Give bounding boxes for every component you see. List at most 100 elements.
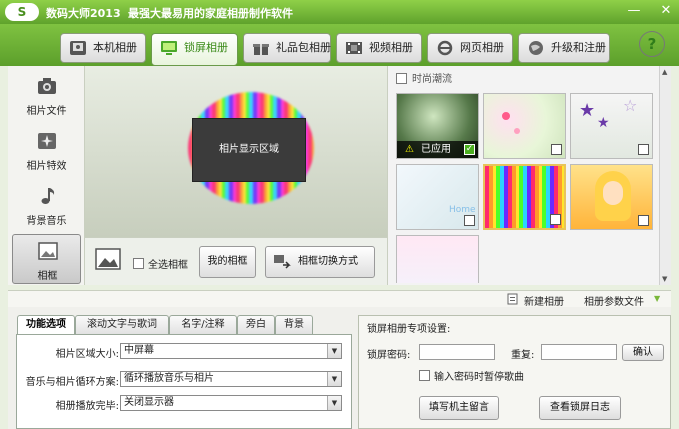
- new-album-button[interactable]: 新建相册: [524, 293, 564, 308]
- tab-label: 升级和注册: [551, 41, 606, 54]
- warning-icon: ⚠: [405, 144, 414, 155]
- pause-music-label: 输入密码时暂停歌曲: [434, 372, 524, 383]
- confirm-button[interactable]: 确认: [622, 344, 664, 361]
- chevron-down-icon: ▼: [327, 372, 341, 386]
- left-nav-background-music[interactable]: 背景音乐: [12, 180, 81, 230]
- function-options-panel: 相片区域大小: 中屏幕 ▼ 音乐与相片循环方案: 循环播放音乐与相片 ▼ 相册播…: [16, 334, 352, 429]
- loop-select[interactable]: 循环播放音乐与相片 ▼: [120, 371, 342, 387]
- scroll-down-icon[interactable]: ▼: [662, 275, 667, 283]
- tab-video-album[interactable]: 视频相册: [336, 33, 422, 63]
- thumbnail-checkbox[interactable]: [550, 214, 561, 225]
- frame-thumbnail-pink[interactable]: [396, 235, 479, 283]
- switch-arrows-icon: [274, 255, 291, 269]
- frame-thumbnail-leaves[interactable]: ⚠ 已应用 ✓: [396, 93, 479, 159]
- finish-value: 关闭显示器: [124, 397, 174, 408]
- subtab-scroll-text-lyrics[interactable]: 滚动文字与歌词: [75, 315, 169, 334]
- left-nav-label: 相框: [37, 271, 58, 282]
- subtab-narration[interactable]: 旁白: [237, 315, 275, 334]
- main-nav: 本机相册 锁屏相册 礼品包相册 视频相册 网页相册 升级和注册: [0, 24, 679, 66]
- close-button[interactable]: ✕: [656, 2, 676, 20]
- photo-display-area: 相片显示区域: [192, 118, 306, 182]
- thumbnail-checkbox[interactable]: [638, 215, 649, 226]
- tab-web-album[interactable]: 网页相册: [427, 33, 513, 63]
- tab-gift-album[interactable]: 礼品包相册: [243, 33, 331, 63]
- area-size-select[interactable]: 中屏幕 ▼: [120, 343, 342, 359]
- dropdown-arrow-icon[interactable]: ▼: [654, 294, 660, 303]
- left-nav-label: 背景音乐: [26, 216, 67, 227]
- frame-preview: 相片显示区域: [85, 66, 387, 237]
- album-action-bar: 新建相册 相册参数文件 ▼: [8, 290, 671, 308]
- landscape-picture-icon[interactable]: [95, 248, 121, 272]
- select-all-frames-label: 全选相框: [148, 260, 188, 271]
- film-icon: [346, 42, 362, 54]
- repeat-password-input[interactable]: [541, 344, 617, 360]
- chevron-down-icon: ▼: [327, 344, 341, 358]
- tab-upgrade-register[interactable]: 升级和注册: [518, 33, 610, 63]
- camera-icon: [38, 78, 56, 94]
- ie-browser-icon: [437, 40, 453, 56]
- frame-thumbnail-cartoon-girl[interactable]: [570, 164, 653, 230]
- frame-thumbnail-bubbles[interactable]: [483, 93, 566, 159]
- document-icon: [507, 293, 518, 305]
- tab-label: 视频相册: [369, 41, 413, 54]
- owner-message-button[interactable]: 填写机主留言: [419, 396, 499, 420]
- password-label: 锁屏密码:: [367, 350, 411, 361]
- left-nav-label: 相片特效: [26, 161, 67, 172]
- tab-label: 礼品包相册: [276, 41, 331, 54]
- scroll-up-icon[interactable]: ▲: [662, 68, 667, 76]
- monitor-icon: [161, 41, 177, 55]
- music-note-icon: [41, 188, 55, 204]
- home-watermark: Home: [449, 205, 476, 215]
- left-nav: 相片文件 相片特效 背景音乐 相框: [8, 66, 85, 285]
- picture-frame-icon: [38, 242, 58, 260]
- area-size-value: 中屏幕: [124, 345, 154, 356]
- frame-thumbnail-stars[interactable]: ★ ★ ☆: [570, 93, 653, 159]
- settings-area: 功能选项 滚动文字与歌词 名字/注释 旁白 背景 相片区域大小: 中屏幕 ▼ 音…: [8, 307, 671, 429]
- subtab-background[interactable]: 背景: [275, 315, 313, 334]
- applied-label: 已应用: [421, 144, 451, 155]
- thumbnail-checkbox[interactable]: [638, 144, 649, 155]
- left-nav-photo-frame[interactable]: 相框: [12, 234, 81, 284]
- sparkle-effects-icon: [38, 133, 56, 149]
- thumbnail-checkbox[interactable]: [464, 215, 475, 226]
- finish-select[interactable]: 关闭显示器 ▼: [120, 395, 342, 411]
- finish-label: 相册播放完毕:: [55, 401, 119, 412]
- left-nav-label: 相片文件: [26, 106, 67, 117]
- pause-music-checkbox[interactable]: [419, 368, 430, 381]
- loop-value: 循环播放音乐与相片: [124, 373, 214, 384]
- category-label: 时尚潮流: [412, 74, 452, 85]
- frame-switch-mode-label: 相框切换方式: [298, 256, 358, 267]
- tab-label: 本机相册: [93, 41, 137, 54]
- category-checkbox[interactable]: [396, 71, 407, 84]
- app-window: S 数码大师2013 最强大最易用的家庭相册制作软件 — ✕ 本机相册 锁屏相册…: [0, 0, 679, 429]
- title-bar: S 数码大师2013 最强大最易用的家庭相册制作软件 — ✕: [0, 0, 679, 24]
- app-title: 数码大师2013: [46, 7, 121, 20]
- left-nav-photo-effects[interactable]: 相片特效: [12, 125, 81, 175]
- frame-toolstrip: 全选相框 我的相框 相框切换方式: [85, 237, 387, 285]
- thumbnail-scrollbar[interactable]: ▲ ▼: [659, 66, 671, 285]
- password-input[interactable]: [419, 344, 495, 360]
- globe-icon: [529, 41, 543, 55]
- thumbnail-checkbox[interactable]: [551, 144, 562, 155]
- frame-thumbnail-home[interactable]: Home: [396, 164, 479, 230]
- chevron-down-icon: ▼: [327, 396, 341, 410]
- app-slogan: 最强大最易用的家庭相册制作软件: [128, 7, 293, 20]
- tab-lock-screen-album[interactable]: 锁屏相册: [151, 33, 238, 66]
- left-nav-photo-files[interactable]: 相片文件: [12, 70, 81, 120]
- select-all-frames-checkbox[interactable]: [133, 256, 144, 269]
- tab-local-album[interactable]: 本机相册: [60, 33, 146, 63]
- minimize-button[interactable]: —: [624, 2, 644, 20]
- frame-switch-mode-button[interactable]: 相框切换方式: [265, 246, 375, 278]
- frame-thumbnail-panel: 时尚潮流 ⚠ 已应用 ✓ ★ ★ ☆ Home: [387, 66, 659, 285]
- thumbnail-checkbox-checked[interactable]: ✓: [464, 144, 475, 155]
- subtab-name-comment[interactable]: 名字/注释: [169, 315, 237, 334]
- lock-settings-title: 锁屏相册专项设置:: [367, 324, 451, 335]
- gift-icon: [253, 44, 269, 55]
- help-button[interactable]: ?: [639, 31, 665, 57]
- photo-album-icon: [70, 41, 86, 55]
- subtab-function-options[interactable]: 功能选项: [17, 315, 75, 334]
- album-param-file-button[interactable]: 相册参数文件: [584, 293, 644, 308]
- my-frames-button[interactable]: 我的相框: [199, 246, 256, 278]
- view-lock-log-button[interactable]: 查看锁屏日志: [539, 396, 621, 420]
- frame-thumbnail-spectrum-selected[interactable]: [483, 164, 566, 230]
